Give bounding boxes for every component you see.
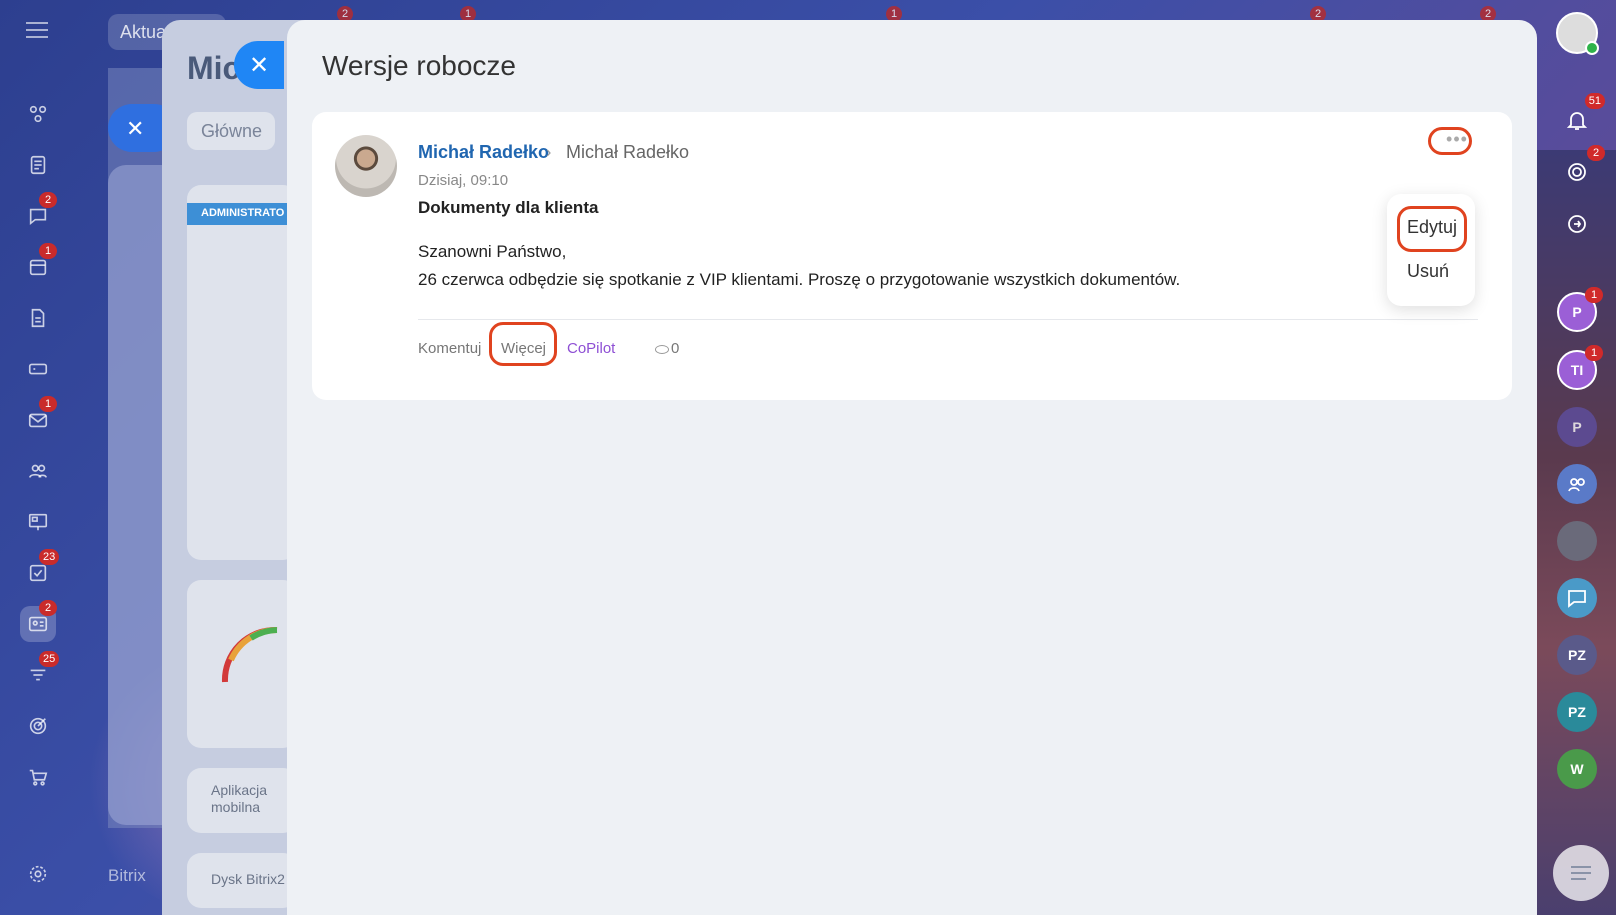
copilot-link[interactable]: CoPilot: [567, 340, 615, 357]
board-icon[interactable]: [20, 504, 56, 540]
background-gauge-card: [187, 580, 297, 748]
tasks-icon[interactable]: 23: [20, 549, 60, 591]
disk-card: Dysk Bitrix2: [187, 853, 297, 908]
chat-badge: 2: [39, 192, 57, 208]
left-navigation: 2 1 1 23 2 25: [0, 0, 76, 915]
bell-icon[interactable]: 51: [1557, 93, 1605, 140]
feed-activity-icon[interactable]: 2: [1557, 145, 1605, 192]
draft-post-card: Michał Radełko › Michał Radełko Dzisiaj,…: [312, 112, 1512, 400]
feed-badge: 2: [1587, 145, 1605, 161]
user-avatar[interactable]: [1556, 12, 1599, 55]
contacts-badge: 2: [39, 600, 57, 616]
online-status-icon: [1585, 41, 1599, 55]
chat-bubble-icon[interactable]: [1557, 578, 1597, 618]
chevron-right-icon: ›: [546, 144, 552, 161]
post-menu-button[interactable]: •••: [1436, 130, 1478, 154]
chat-avatar[interactable]: TI 1: [1557, 345, 1603, 390]
more-link[interactable]: Więcej: [501, 340, 546, 357]
group-chat-icon[interactable]: [1557, 464, 1597, 504]
drive-icon[interactable]: [20, 351, 56, 387]
background-title: Mic: [187, 50, 241, 86]
settings-icon[interactable]: [20, 856, 56, 892]
right-sidebar: 51 2 P1 TI 1 P PZ PZ W: [1537, 0, 1616, 915]
edit-menu-item[interactable]: Edytuj: [1407, 217, 1457, 238]
drafts-slider: Wersje robocze Michał Radełko › Michał R…: [287, 20, 1537, 915]
admin-label: ADMINISTRATO: [187, 203, 297, 225]
divider: [418, 319, 1478, 320]
notifications-badge: 51: [1584, 93, 1605, 109]
background-tab: Główne: [187, 112, 275, 150]
views-counter: 0: [655, 340, 679, 357]
target-icon[interactable]: [20, 708, 56, 744]
close-slider-button[interactable]: ✕: [234, 41, 284, 89]
author-link[interactable]: Michał Radełko: [418, 142, 549, 163]
chat-icon[interactable]: 2: [20, 192, 57, 234]
feed-icon[interactable]: [20, 147, 56, 183]
post-title: Dokumenty dla klienta: [418, 198, 599, 217]
chat-avatar[interactable]: [1557, 521, 1597, 561]
eye-icon: [655, 344, 669, 354]
background-text: Bitrix: [108, 866, 146, 885]
author-avatar[interactable]: [335, 135, 397, 197]
tasks-badge: 23: [39, 549, 60, 565]
cart-icon[interactable]: [20, 759, 56, 795]
filter-badge: 25: [39, 651, 60, 667]
menu-icon[interactable]: [26, 22, 48, 38]
delete-menu-item[interactable]: Usuń: [1407, 261, 1449, 282]
post-date: Dzisiaj, 09:10: [418, 172, 509, 189]
mobile-app-card: Aplikacja mobilna: [187, 768, 297, 833]
page-title: Wersje robocze: [322, 50, 517, 81]
contacts-icon[interactable]: 2: [20, 600, 57, 642]
document-icon[interactable]: [20, 300, 56, 336]
chat-avatar[interactable]: W: [1557, 749, 1597, 789]
chat-avatar[interactable]: PZ: [1557, 692, 1597, 732]
filter-icon[interactable]: 25: [20, 651, 60, 693]
background-profile-card: ADMINISTRATO: [187, 185, 297, 560]
comment-link[interactable]: Komentuj: [418, 340, 481, 357]
mail-icon[interactable]: 1: [20, 396, 57, 438]
post-context-menu: Edytuj Usuń: [1387, 194, 1475, 306]
mail-badge: 1: [39, 396, 57, 412]
activity-icon[interactable]: [20, 96, 56, 132]
post-body-line: Szanowni Państwo,: [418, 242, 567, 261]
users-icon[interactable]: [20, 453, 56, 489]
refresh-chat-icon[interactable]: [1557, 204, 1597, 244]
post-body-line: 26 czerwca odbędzie się spotkanie z VIP …: [418, 270, 1181, 289]
chat-avatar[interactable]: P: [1557, 407, 1597, 447]
chat-avatar[interactable]: P1: [1557, 287, 1603, 332]
recipient-link[interactable]: Michał Radełko: [566, 142, 689, 163]
list-icon: [1571, 866, 1591, 880]
messenger-button[interactable]: [1553, 845, 1609, 901]
calendar-badge: 1: [39, 243, 57, 259]
calendar-icon[interactable]: 1: [20, 243, 57, 285]
chat-avatar[interactable]: PZ: [1557, 635, 1597, 675]
